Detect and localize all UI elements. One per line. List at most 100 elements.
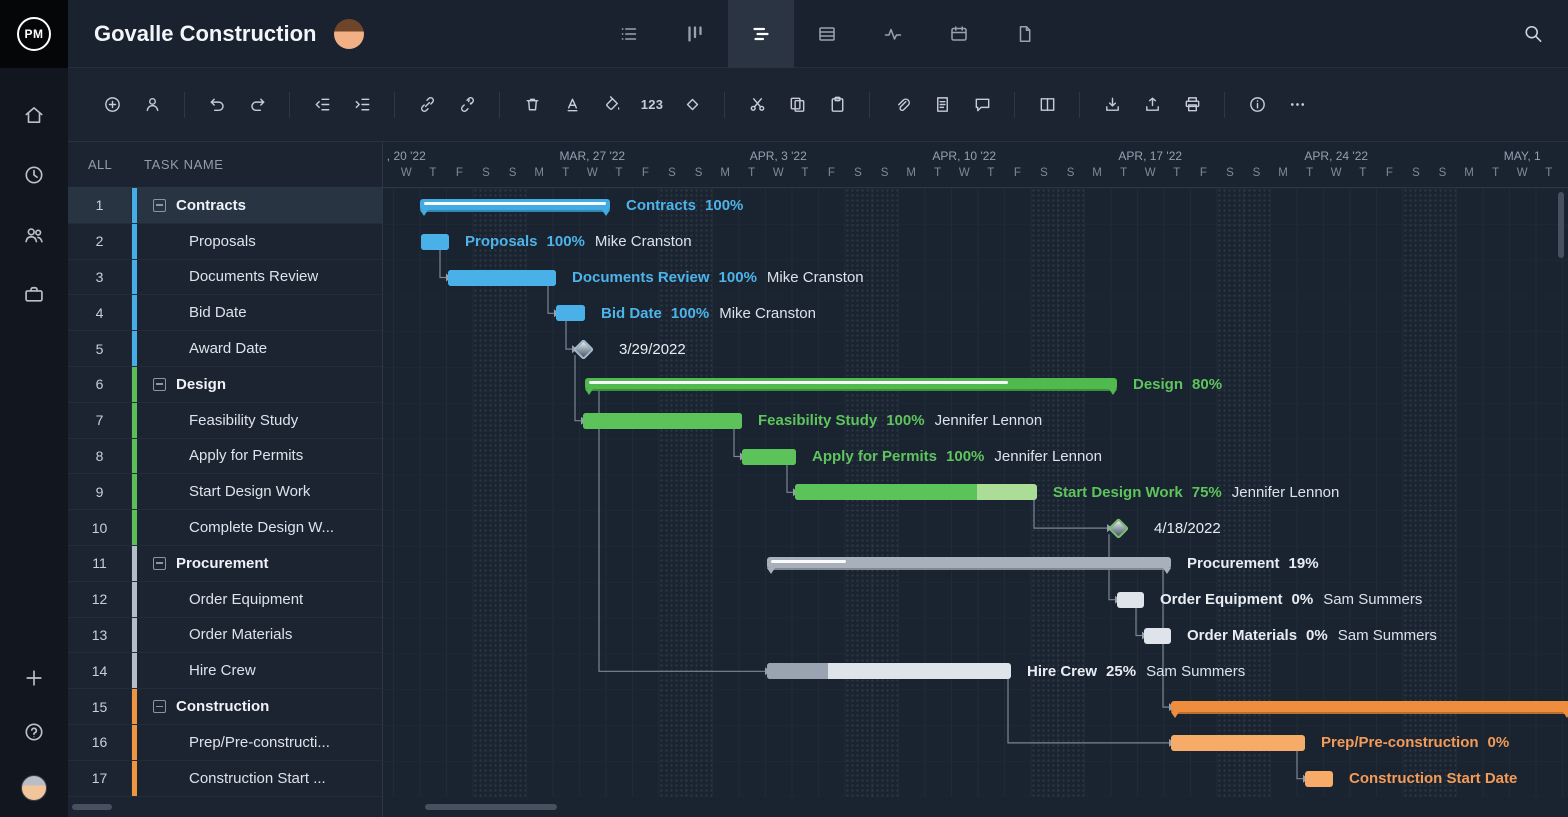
pm-logo[interactable]: PM <box>0 0 68 68</box>
tab-gantt-view[interactable] <box>728 0 794 68</box>
row-color-strip <box>132 439 137 474</box>
column-header-task-name[interactable]: TASK NAME <box>144 157 224 172</box>
table-row[interactable]: 12Order Equipment <box>68 582 382 618</box>
collapse-icon[interactable] <box>153 700 166 713</box>
delete-button[interactable] <box>512 85 552 125</box>
gantt-hscrollbar-thumb[interactable] <box>425 804 557 810</box>
task-bar[interactable] <box>421 234 449 250</box>
collapse-icon[interactable] <box>153 557 166 570</box>
sidebar-item-home[interactable] <box>23 104 45 126</box>
user-avatar[interactable] <box>21 775 47 801</box>
task-name-cell: Apply for Permits <box>189 439 303 474</box>
toolbar-divider <box>724 92 725 118</box>
redo-button[interactable] <box>237 85 277 125</box>
table-row[interactable]: 15Construction <box>68 689 382 725</box>
task-name-cell: Hire Crew <box>189 653 256 688</box>
table-row[interactable]: 16Prep/Pre-constructi... <box>68 725 382 761</box>
task-bar[interactable] <box>1305 771 1333 787</box>
bar-task-name: Order Equipment <box>1160 591 1283 608</box>
sidebar-item-clock[interactable] <box>23 164 45 186</box>
table-row[interactable]: 14Hire Crew <box>68 653 382 689</box>
comment-button[interactable] <box>962 85 1002 125</box>
task-bar[interactable] <box>1144 628 1171 644</box>
task-bar[interactable] <box>767 663 1011 679</box>
print-button[interactable] <box>1172 85 1212 125</box>
add-task-button[interactable] <box>92 85 132 125</box>
search-button[interactable] <box>1523 23 1544 44</box>
milestone-button[interactable] <box>672 85 712 125</box>
attachment-button[interactable] <box>882 85 922 125</box>
table-row[interactable]: 2Proposals <box>68 224 382 260</box>
columns-button[interactable] <box>1027 85 1067 125</box>
sidebar-item-help[interactable] <box>23 721 45 743</box>
text-color-button[interactable] <box>552 85 592 125</box>
tab-list-view[interactable] <box>596 0 662 68</box>
undo-button[interactable] <box>197 85 237 125</box>
day-label: T <box>1173 167 1180 179</box>
milestone-diamond[interactable] <box>572 338 593 359</box>
export-button[interactable] <box>1132 85 1172 125</box>
table-row[interactable]: 13Order Materials <box>68 618 382 654</box>
sidebar-item-team[interactable] <box>23 224 45 246</box>
table-row[interactable]: 11Procurement <box>68 546 382 582</box>
gantt-vscrollbar-thumb[interactable] <box>1558 192 1564 258</box>
collapse-icon[interactable] <box>153 199 166 212</box>
task-bar[interactable] <box>742 449 796 465</box>
bar-percent: 100% <box>671 305 709 322</box>
tab-doc-view[interactable] <box>992 0 1058 68</box>
column-header-all[interactable]: ALL <box>68 157 132 172</box>
tab-calendar-view[interactable] <box>926 0 992 68</box>
more-button[interactable] <box>1277 85 1317 125</box>
tab-board-view[interactable] <box>662 0 728 68</box>
milestone-diamond[interactable] <box>1107 517 1128 538</box>
table-row[interactable]: 1Contracts <box>68 188 382 224</box>
paste-button[interactable] <box>817 85 857 125</box>
table-row[interactable]: 7Feasibility Study <box>68 403 382 439</box>
numbers-button[interactable]: 123 <box>632 85 672 125</box>
task-bar[interactable] <box>1171 735 1305 751</box>
import-button[interactable] <box>1092 85 1132 125</box>
notes-button[interactable] <box>922 85 962 125</box>
collapse-icon[interactable] <box>153 378 166 391</box>
tab-activity-view[interactable] <box>860 0 926 68</box>
task-bar[interactable] <box>1117 592 1144 608</box>
table-row[interactable]: 17Construction Start ... <box>68 761 382 797</box>
table-row[interactable]: 5Award Date <box>68 331 382 367</box>
table-row[interactable]: 10Complete Design W... <box>68 510 382 546</box>
fill-color-button[interactable] <box>592 85 632 125</box>
cut-button[interactable] <box>737 85 777 125</box>
table-row[interactable]: 4Bid Date <box>68 295 382 331</box>
sidebar-item-add[interactable] <box>23 667 45 689</box>
outdent-button[interactable] <box>302 85 342 125</box>
summary-bar[interactable] <box>585 378 1117 391</box>
task-bar[interactable] <box>556 305 585 321</box>
day-label: S <box>668 167 676 179</box>
copy-button[interactable] <box>777 85 817 125</box>
table-hscrollbar-thumb[interactable] <box>72 804 112 810</box>
task-bar[interactable] <box>583 413 742 429</box>
summary-bar[interactable] <box>1171 701 1568 714</box>
bar-assignee: Sam Summers <box>1146 663 1245 680</box>
bar-task-name: Feasibility Study <box>758 412 877 429</box>
day-label: W <box>587 167 598 179</box>
task-bar[interactable] <box>795 484 1037 500</box>
table-row[interactable]: 8Apply for Permits <box>68 439 382 475</box>
sidebar-item-portfolio[interactable] <box>23 284 45 306</box>
table-row[interactable]: 9Start Design Work <box>68 474 382 510</box>
delete-icon <box>523 95 542 114</box>
tab-sheet-view[interactable] <box>794 0 860 68</box>
table-row[interactable]: 6Design <box>68 367 382 403</box>
table-row[interactable]: 3Documents Review <box>68 260 382 296</box>
task-bar[interactable] <box>448 270 556 286</box>
help-icon <box>23 721 45 743</box>
summary-bar[interactable] <box>420 199 610 212</box>
assign-user-button[interactable] <box>132 85 172 125</box>
summary-bar[interactable] <box>767 557 1171 570</box>
project-owner-avatar[interactable] <box>334 19 364 49</box>
bar-assignee: Sam Summers <box>1338 627 1437 644</box>
indent-button[interactable] <box>342 85 382 125</box>
unlink-tasks-button[interactable] <box>447 85 487 125</box>
link-tasks-button[interactable] <box>407 85 447 125</box>
gantt-canvas[interactable]: Contracts100%Proposals100%Mike CranstonD… <box>383 188 1568 797</box>
info-button[interactable] <box>1237 85 1277 125</box>
